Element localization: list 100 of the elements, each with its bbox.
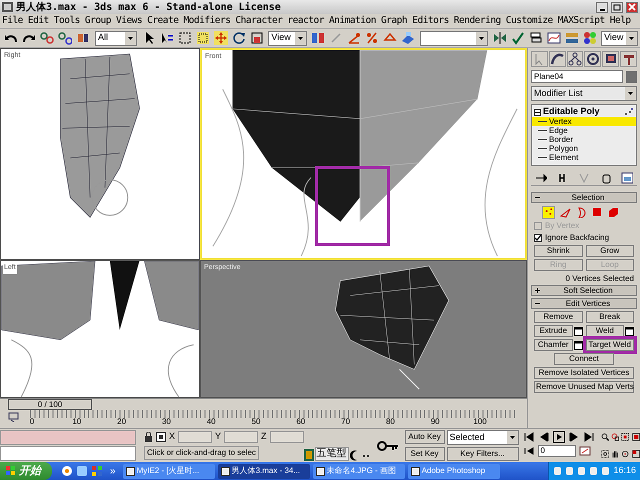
stack-subobject-item[interactable]: Border — [532, 135, 636, 144]
unlink-icon[interactable] — [58, 31, 72, 45]
remove-modifier-icon[interactable] — [600, 172, 612, 184]
object-name-field[interactable]: Plane04 — [531, 70, 623, 83]
menu-item[interactable]: Tools — [54, 14, 80, 28]
media-player-icon[interactable] — [61, 465, 73, 477]
stack-subobject-item[interactable]: Edge — [532, 126, 636, 135]
lock-icon[interactable] — [144, 432, 153, 442]
rollout-header[interactable]: Edit Vertices — [531, 298, 637, 309]
stack-subobject-item[interactable]: Vertex — [532, 117, 636, 126]
menu-item[interactable]: Modifiers — [183, 14, 230, 28]
hierarchy-tab[interactable] — [566, 51, 584, 67]
current-frame-field[interactable]: 0 — [538, 445, 576, 457]
set-key-button[interactable]: Set Key — [404, 447, 445, 461]
coordinate-field[interactable] — [270, 431, 304, 443]
panel-button[interactable]: Weld — [586, 325, 624, 337]
panel-button[interactable]: Extrude — [534, 325, 572, 337]
percent-snap-icon[interactable] — [365, 31, 380, 45]
key-mode-toggle-icon[interactable] — [522, 445, 535, 457]
taskbar-button[interactable]: 男人体3.max - 34... — [218, 464, 310, 478]
stack-subobject-item[interactable]: Polygon — [532, 144, 636, 153]
panel-button[interactable]: Remove Unused Map Verts — [534, 381, 634, 393]
menu-item[interactable]: MAXScript — [558, 14, 605, 28]
menu-item[interactable]: File — [2, 14, 23, 28]
restore-button[interactable] — [611, 2, 623, 12]
display-monitor-tab[interactable] — [602, 51, 620, 67]
motion-wheel-tab[interactable] — [584, 51, 602, 67]
key-filters-button[interactable]: Key Filters... — [446, 447, 519, 461]
scale-icon[interactable] — [250, 31, 264, 45]
settings-window-icon[interactable] — [625, 326, 634, 336]
menu-item[interactable]: reactor — [287, 14, 324, 28]
menu-item[interactable]: Character — [235, 14, 282, 28]
key-mini-curve-icon[interactable] — [8, 412, 20, 422]
ime-mode-button[interactable]: 五笔型 — [314, 447, 349, 461]
grid-app-icon[interactable] — [91, 465, 103, 477]
time-slider-thumb[interactable]: 0 / 100 — [8, 399, 92, 410]
selection-filter-dropdown[interactable]: All — [95, 30, 138, 46]
panel-button[interactable]: Chamfer — [534, 339, 572, 351]
rollout-header[interactable]: Soft Selection — [531, 285, 637, 296]
panel-button[interactable]: Remove Isolated Vertices — [534, 367, 634, 379]
ime-logo-icon[interactable] — [304, 449, 314, 461]
move-icon[interactable] — [214, 31, 228, 45]
mirror-icon[interactable] — [493, 31, 508, 45]
named-selection-dropdown[interactable] — [420, 30, 488, 46]
align-icon[interactable] — [511, 31, 526, 45]
maxscript-listener-field[interactable] — [0, 430, 136, 445]
curve-editor-icon[interactable] — [547, 31, 562, 45]
material-icon[interactable] — [583, 31, 598, 45]
menu-item[interactable]: Group — [84, 14, 111, 28]
view-dropdown[interactable]: View — [601, 30, 638, 46]
settings-window-icon[interactable] — [574, 326, 582, 336]
selection-rectangle-icon[interactable] — [178, 31, 192, 45]
menu-item[interactable]: Views — [116, 14, 142, 28]
object-color-swatch[interactable] — [626, 70, 637, 82]
panel-button[interactable]: Grow — [586, 245, 634, 257]
checkbox[interactable] — [534, 234, 542, 242]
next-frame-icon[interactable] — [568, 431, 580, 443]
edge-mode-button[interactable] — [558, 206, 571, 218]
minimize-button[interactable] — [596, 2, 608, 12]
menu-item[interactable]: Help — [610, 14, 631, 28]
coordinate-field[interactable] — [224, 431, 258, 443]
maxscript-output-field[interactable] — [0, 446, 136, 461]
browser-icon[interactable] — [76, 465, 88, 477]
polygon-mode-button[interactable] — [590, 206, 603, 218]
menu-item[interactable]: Rendering — [454, 14, 501, 28]
layout-icon[interactable] — [311, 31, 326, 45]
stack-item[interactable]: Editable Poly — [543, 105, 622, 119]
angle-snap-icon[interactable] — [347, 31, 362, 45]
close-button[interactable] — [626, 2, 638, 12]
bind-icon[interactable] — [76, 31, 90, 45]
play-icon[interactable] — [552, 431, 565, 443]
layers-icon[interactable] — [529, 31, 544, 45]
menu-item[interactable]: Animation — [328, 14, 376, 28]
panel-button[interactable]: Break — [586, 311, 634, 323]
auto-key-button[interactable]: Auto Key — [404, 430, 445, 444]
curve-tab[interactable] — [548, 51, 566, 67]
panel-button[interactable]: Remove — [534, 311, 582, 323]
expander-box[interactable] — [534, 108, 541, 116]
key-icon[interactable] — [376, 440, 399, 452]
previous-frame-icon[interactable] — [538, 431, 550, 443]
time-configuration-icon[interactable] — [578, 445, 591, 457]
panel-button[interactable]: Target Weld — [586, 339, 634, 351]
rollout-header[interactable]: Selection — [531, 192, 637, 203]
panel-button[interactable]: Connect — [554, 353, 614, 365]
link-icon[interactable] — [40, 31, 54, 45]
vertex-mode-button[interactable] — [542, 206, 555, 218]
hammer-tab[interactable] — [620, 51, 637, 67]
reference-coordinate-dropdown[interactable]: View — [268, 30, 308, 46]
coordinate-field[interactable] — [178, 431, 212, 443]
modifier-list-dropdown[interactable]: Modifier List — [531, 86, 637, 101]
go-to-start-icon[interactable] — [522, 431, 535, 443]
menu-item[interactable]: Graph Editors — [380, 14, 449, 28]
panel-button[interactable]: Shrink — [534, 245, 582, 257]
absolute-mode-icon[interactable] — [156, 432, 166, 442]
settings-window-icon[interactable] — [574, 340, 582, 350]
window-crossing-icon[interactable] — [196, 31, 210, 45]
menu-item[interactable]: Create — [147, 14, 178, 28]
element-mode-button[interactable] — [606, 206, 619, 218]
quick-launch-overflow[interactable]: » — [110, 464, 116, 478]
go-to-end-icon[interactable] — [582, 431, 595, 443]
